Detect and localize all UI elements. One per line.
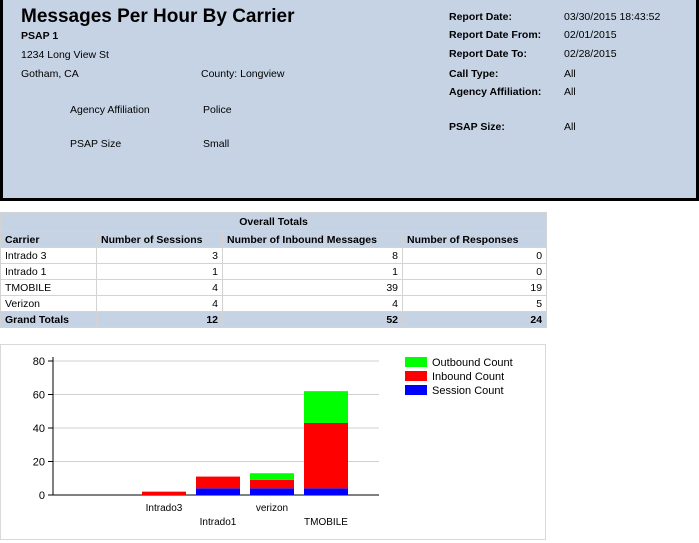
bar-segment: [304, 391, 348, 423]
agency-affiliation-label: Agency Affiliation: [70, 104, 150, 116]
x-tick-label: Intrado3: [146, 503, 183, 514]
psap-size-filter-label: PSAP Size:: [449, 121, 505, 133]
carrier-cell: Intrado 3: [0, 247, 97, 264]
sessions-cell: 4: [96, 279, 223, 296]
city-state: Gotham, CA: [21, 68, 79, 80]
y-tick-label: 0: [39, 490, 45, 502]
agency-filter-value: All: [564, 86, 576, 98]
inbound-cell: 39: [222, 279, 403, 296]
sessions-cell: 3: [96, 247, 223, 264]
column-header: Number of Responses: [401, 231, 548, 248]
bar-segment: [304, 488, 348, 495]
date-to-label: Report Date To:: [449, 48, 527, 60]
report-date-value: 03/30/2015 18:43:52: [564, 11, 661, 23]
table-header-row: Carrier Number of Sessions Number of Inb…: [0, 231, 548, 248]
date-from-value: 02/01/2015: [564, 29, 617, 41]
table-caption: Overall Totals: [0, 212, 548, 232]
psap-name: PSAP 1: [21, 30, 59, 42]
bar-segment: [250, 479, 294, 489]
table-row: Verizon 4 4 5: [0, 295, 548, 312]
x-tick-label: Intrado1: [200, 517, 237, 528]
x-tick-label: verizon: [256, 503, 288, 514]
call-type-label: Call Type:: [449, 68, 499, 80]
responses-cell: 0: [401, 247, 548, 264]
bar-segment: [250, 488, 294, 495]
county: County: Longview: [201, 68, 285, 80]
grand-sessions: 12: [96, 311, 223, 328]
agency-affiliation-value: Police: [203, 104, 232, 116]
responses-cell: 5: [401, 295, 548, 312]
y-tick-label: 60: [33, 390, 45, 402]
carrier-cell: TMOBILE: [0, 279, 97, 296]
x-tick-label: TMOBILE: [304, 517, 348, 528]
inbound-cell: 8: [222, 247, 403, 264]
table-row: Intrado 1 1 1 0: [0, 263, 548, 280]
column-header: Number of Sessions: [96, 231, 223, 248]
column-header: Carrier: [0, 231, 97, 248]
agency-filter-label: Agency Affiliation:: [449, 86, 542, 98]
bar-segment: [250, 473, 294, 480]
legend-swatch: [405, 385, 427, 395]
y-tick-label: 20: [33, 457, 45, 469]
psap-size-label: PSAP Size: [70, 138, 122, 150]
grand-totals-label: Grand Totals: [0, 311, 97, 328]
table-row: Intrado 3 3 8 0: [0, 247, 548, 264]
bar-segment: [304, 422, 348, 489]
report-title: Messages Per Hour By Carrier: [21, 6, 295, 27]
legend-swatch: [405, 371, 427, 381]
grand-responses: 24: [401, 311, 548, 328]
carrier-cell: Intrado 1: [0, 263, 97, 280]
responses-cell: 19: [401, 279, 548, 296]
responses-cell: 0: [401, 263, 548, 280]
bar-segment: [196, 488, 240, 495]
y-tick-label: 40: [33, 423, 45, 435]
inbound-cell: 4: [222, 295, 403, 312]
stacked-bar-chart: 0 20 40 60 80 Intrado3 Intrado1 verizon TMOBILE O…: [0, 344, 546, 540]
sessions-cell: 4: [96, 295, 223, 312]
column-header: Number of Inbound Messages: [222, 231, 403, 248]
address-line: 1234 Long View St: [21, 49, 109, 61]
legend-label: Inbound Count: [432, 371, 504, 383]
inbound-cell: 1: [222, 263, 403, 280]
table-row: TMOBILE 4 39 19: [0, 279, 548, 296]
date-from-label: Report Date From:: [449, 29, 542, 41]
legend-swatch: [405, 357, 427, 367]
call-type-value: All: [564, 68, 576, 80]
legend-label: Outbound Count: [432, 357, 513, 369]
grand-totals-row: Grand Totals 12 52 24: [0, 311, 548, 328]
date-to-value: 02/28/2015: [564, 48, 617, 60]
y-tick-label: 80: [33, 356, 45, 368]
grand-inbound: 52: [222, 311, 403, 328]
bar-segment: [142, 491, 186, 495]
psap-size-filter-value: All: [564, 121, 576, 133]
overall-totals-table: Overall Totals Carrier Number of Session…: [0, 212, 548, 328]
bar-segment: [196, 476, 240, 489]
legend-label: Session Count: [432, 385, 504, 397]
psap-size-value: Small: [203, 138, 230, 150]
carrier-cell: Verizon: [0, 295, 97, 312]
chart-svg: 0 20 40 60 80 Intrado3 Intrado1 verizon TMOBILE O…: [33, 356, 513, 528]
report-date-label: Report Date:: [449, 11, 513, 23]
report-header: Messages Per Hour By Carrier PSAP 1 1234…: [0, 0, 699, 201]
sessions-cell: 1: [96, 263, 223, 280]
